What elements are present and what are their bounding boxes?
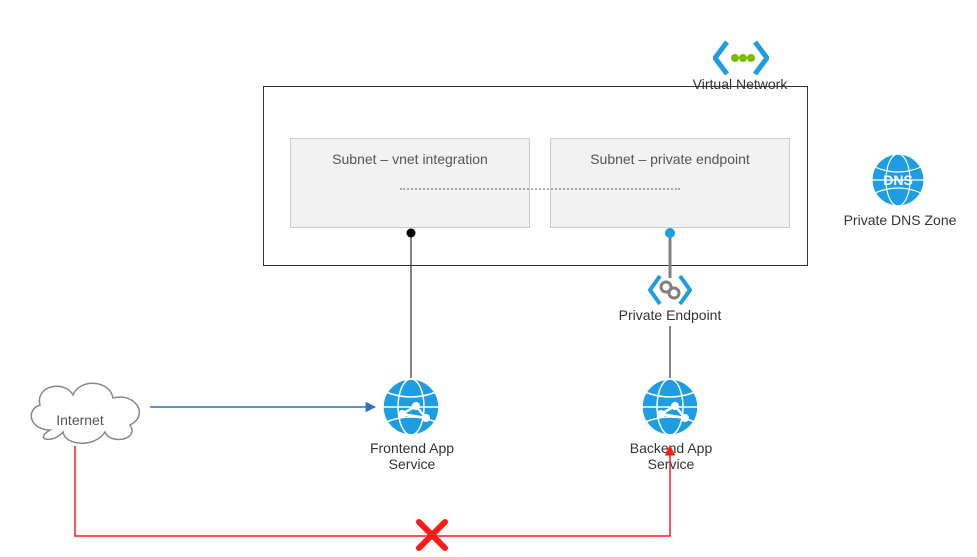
- subnet-private-endpoint: Subnet – private endpoint: [550, 138, 790, 228]
- frontend-app-service-icon: [382, 378, 440, 436]
- subnet-vnet-integration: Subnet – vnet integration: [290, 138, 530, 228]
- blocked-x-icon: [415, 518, 449, 552]
- backend-app-service-icon: [641, 378, 699, 436]
- private-endpoint-icon: [648, 274, 692, 306]
- internet-to-backend-blocked-arrow: [70, 436, 690, 546]
- virtual-network-label: Virtual Network: [680, 76, 800, 92]
- internet-label: Internet: [40, 412, 120, 428]
- private-endpoint-label: Private Endpoint: [610, 307, 730, 323]
- svg-text:DNS: DNS: [883, 172, 913, 188]
- pe-to-backend-connector: [668, 326, 672, 378]
- subnet-private-endpoint-label: Subnet – private endpoint: [590, 151, 750, 167]
- dns-icon: DNS: [870, 152, 926, 208]
- subnet-vnet-integration-label: Subnet – vnet integration: [332, 151, 488, 167]
- subnet-connector: [400, 188, 680, 190]
- dns-label: Private DNS Zone: [840, 212, 960, 228]
- frontend-to-subnet-connector: [406, 228, 416, 378]
- internet-to-frontend-arrow: [150, 400, 382, 414]
- virtual-network-icon: [713, 40, 769, 76]
- pe-to-subnet-connector: [665, 228, 675, 278]
